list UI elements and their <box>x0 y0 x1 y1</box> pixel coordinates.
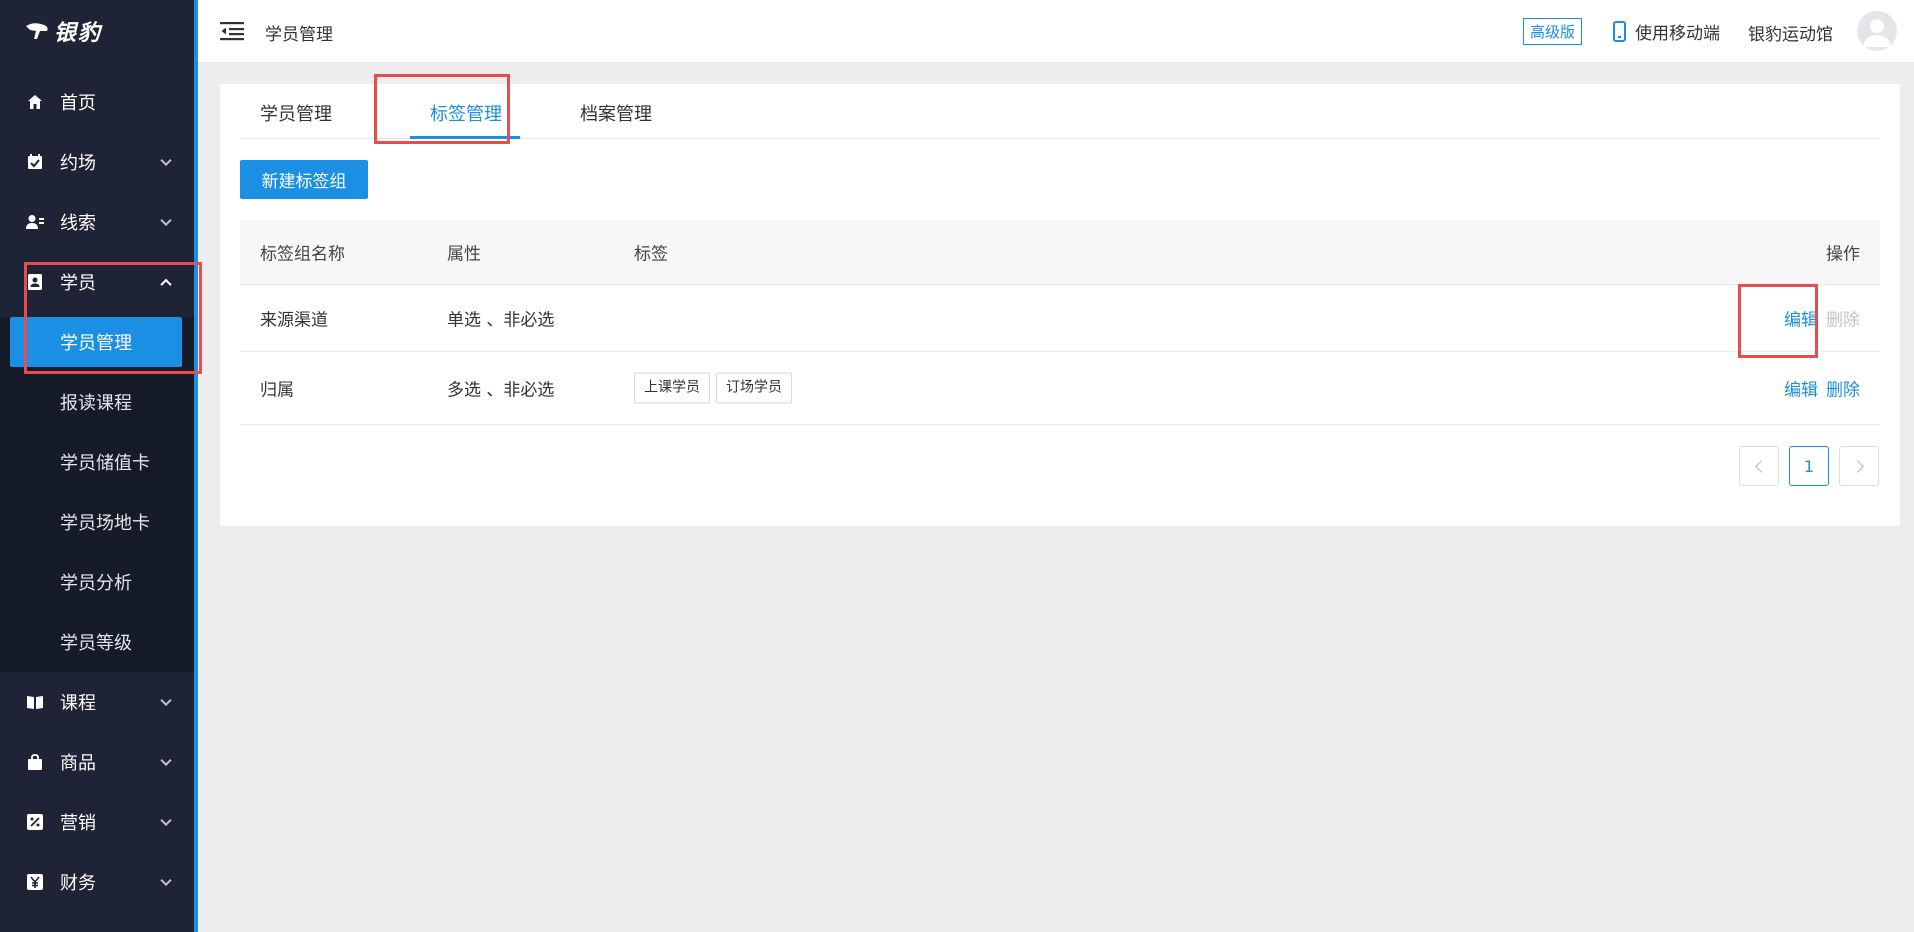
top-header: 学员管理 高级版 使用移动端 银豹运动馆 <box>198 0 1914 63</box>
chevron-right-icon <box>1850 459 1864 473</box>
sidebar-item-label: 学员 <box>60 273 96 294</box>
menu-fold-icon[interactable] <box>220 21 244 41</box>
table-row: 来源渠道 单选 、非必选 编辑 删除 <box>240 285 1880 352</box>
tab-student-management[interactable]: 学员管理 <box>260 100 332 126</box>
yen-icon <box>26 873 44 891</box>
sidebar-item-label: 约场 <box>60 153 96 174</box>
delete-link: 删除 <box>1826 310 1860 331</box>
sidebar-subitem-student-level[interactable]: 学员等级 <box>0 612 194 672</box>
user-avatar-icon <box>1863 19 1891 47</box>
table-header: 标签组名称 属性 标签 操作 <box>240 220 1880 285</box>
page-number-button[interactable]: 1 <box>1789 446 1829 486</box>
sidebar-item-finance[interactable]: 财务 <box>0 852 194 912</box>
delete-link[interactable]: 删除 <box>1826 376 1860 401</box>
chevron-down-icon <box>160 214 172 227</box>
sidebar-item-products[interactable]: 商品 <box>0 732 194 792</box>
sidebar-subitem-venue-card[interactable]: 学员场地卡 <box>0 492 194 552</box>
avatar[interactable] <box>1857 11 1897 51</box>
tag-chip: 上课学员 <box>634 372 710 404</box>
sidebar-subitem-student-analysis[interactable]: 学员分析 <box>0 552 194 612</box>
tag-chip: 订场学员 <box>716 372 792 404</box>
next-page-button[interactable] <box>1839 446 1879 486</box>
content-card: 学员管理 标签管理 档案管理 新建标签组 标签组名称 属性 标签 操作 来源渠道… <box>220 84 1900 526</box>
tag-group-name: 来源渠道 <box>260 310 328 331</box>
use-mobile-label: 使用移动端 <box>1635 24 1720 44</box>
column-header-name: 标签组名称 <box>260 244 345 265</box>
sidebar-item-label: 财务 <box>60 873 96 894</box>
chevron-down-icon <box>160 694 172 707</box>
sidebar-item-label: 商品 <box>60 753 96 774</box>
sidebar-nav: 首页 约场 线索 学员 学员管理 报读课程 学员储值卡 学员场地卡 学员分析 学… <box>0 72 194 912</box>
leopard-logo-icon <box>26 23 48 39</box>
chevron-left-icon <box>1754 459 1768 473</box>
sidebar-item-courses[interactable]: 课程 <box>0 672 194 732</box>
percent-icon <box>26 813 44 831</box>
calendar-check-icon <box>26 153 44 171</box>
sidebar-subitem-student-management[interactable]: 学员管理 <box>10 317 182 367</box>
user-lead-icon <box>26 213 44 231</box>
use-mobile-link[interactable]: 使用移动端 <box>1613 19 1720 44</box>
sidebar-item-label: 营销 <box>60 813 96 834</box>
new-tag-group-button[interactable]: 新建标签组 <box>240 160 368 199</box>
book-icon <box>26 693 44 711</box>
chevron-up-icon <box>160 278 172 291</box>
chevron-down-icon <box>160 814 172 827</box>
tab-bar: 学员管理 标签管理 档案管理 <box>240 84 1880 139</box>
chevron-down-icon <box>160 874 172 887</box>
tab-archive-management[interactable]: 档案管理 <box>580 100 652 126</box>
tab-tag-management[interactable]: 标签管理 <box>430 100 502 126</box>
tag-group-attribute: 单选 、非必选 <box>447 310 555 331</box>
table-row: 归属 多选 、非必选 上课学员 订场学员 编辑 删除 <box>240 352 1880 425</box>
sidebar-item-booking[interactable]: 约场 <box>0 132 194 192</box>
sidebar-item-label: 线索 <box>60 213 96 234</box>
sidebar: 银豹 首页 约场 线索 学员 学员管理 报读课程 学员储值卡 学员场地卡 学员分… <box>0 0 198 932</box>
sidebar-item-students[interactable]: 学员 <box>0 252 194 312</box>
active-tab-indicator <box>410 136 520 139</box>
chevron-down-icon <box>160 154 172 167</box>
mobile-phone-icon <box>1613 21 1626 42</box>
tag-group-name: 归属 <box>260 380 294 401</box>
students-submenu: 学员管理 报读课程 学员储值卡 学员场地卡 学员分析 学员等级 <box>0 317 194 672</box>
sidebar-item-label: 课程 <box>60 693 96 714</box>
edit-link[interactable]: 编辑 <box>1784 376 1818 401</box>
bag-icon <box>26 753 44 771</box>
chevron-down-icon <box>160 754 172 767</box>
sidebar-item-label: 首页 <box>60 93 96 114</box>
tag-list: 上课学员 订场学员 <box>634 372 798 404</box>
sidebar-subitem-enrolled-courses[interactable]: 报读课程 <box>0 372 194 432</box>
prev-page-button[interactable] <box>1739 446 1779 486</box>
sidebar-item-marketing[interactable]: 营销 <box>0 792 194 852</box>
sidebar-subitem-stored-value-card[interactable]: 学员储值卡 <box>0 432 194 492</box>
row-actions: 编辑 删除 <box>1784 376 1860 401</box>
page-title: 学员管理 <box>265 25 333 45</box>
home-icon <box>26 93 44 111</box>
row-actions: 编辑 删除 <box>1784 306 1860 331</box>
edition-badge: 高级版 <box>1523 18 1583 45</box>
pagination: 1 <box>1739 446 1879 486</box>
tag-group-attribute: 多选 、非必选 <box>447 380 555 401</box>
student-card-icon <box>26 273 44 291</box>
tag-group-table: 标签组名称 属性 标签 操作 来源渠道 单选 、非必选 编辑 删除 归属 多选 … <box>240 220 1880 425</box>
sidebar-item-leads[interactable]: 线索 <box>0 192 194 252</box>
sidebar-item-home[interactable]: 首页 <box>0 72 194 132</box>
brand-name: 银豹 <box>54 21 103 46</box>
edit-link[interactable]: 编辑 <box>1784 306 1818 331</box>
venue-name[interactable]: 银豹运动馆 <box>1748 20 1833 45</box>
column-header-attribute: 属性 <box>447 244 481 265</box>
column-header-operations: 操作 <box>1826 244 1860 265</box>
brand-logo[interactable]: 银豹 <box>24 14 102 48</box>
column-header-tags: 标签 <box>634 244 668 265</box>
